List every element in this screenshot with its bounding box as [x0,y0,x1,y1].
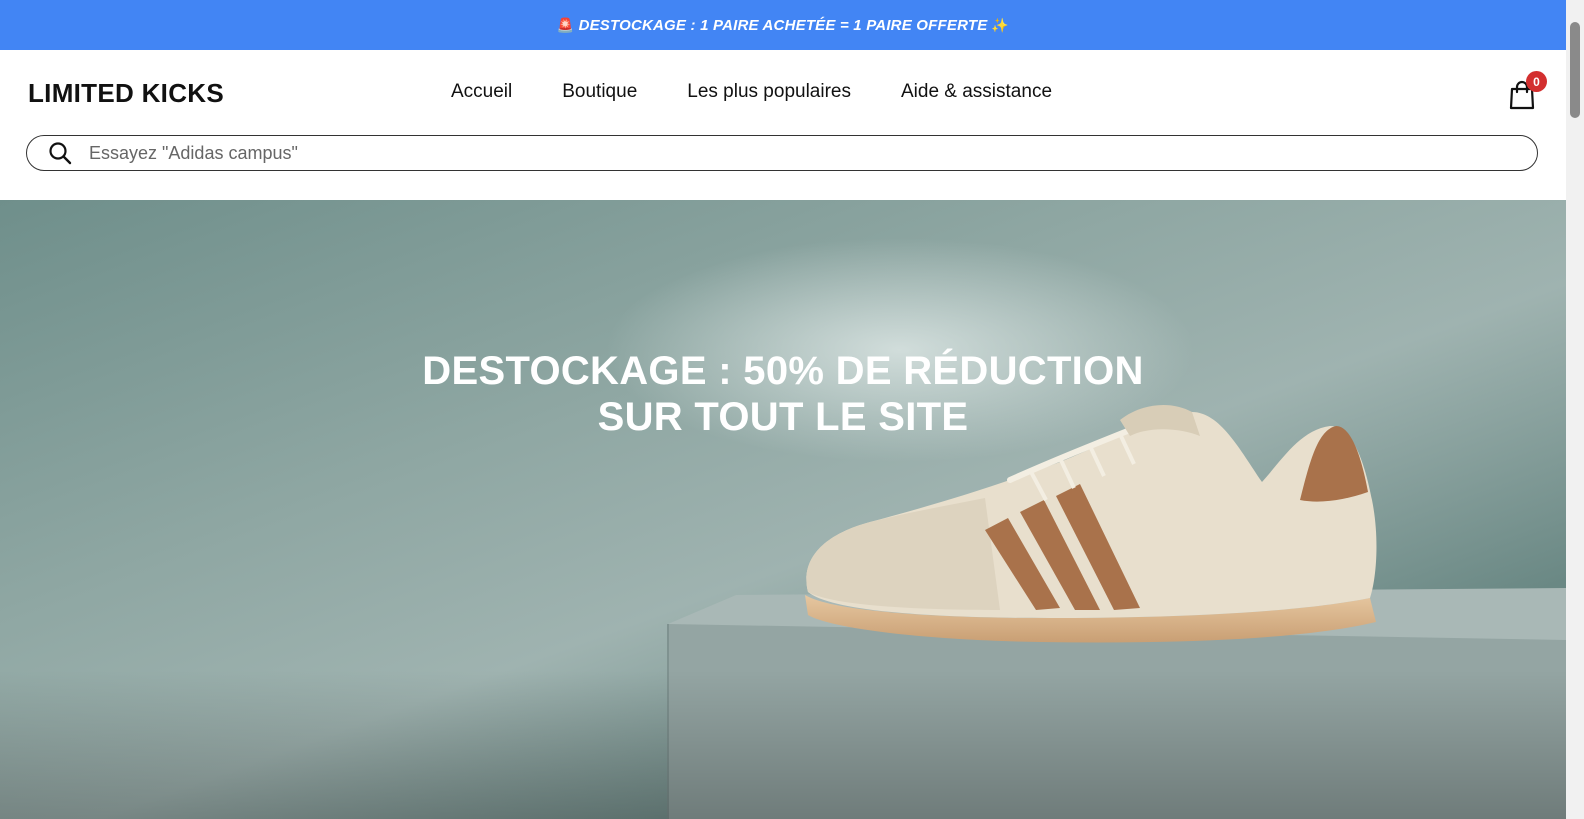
scrollbar-thumb[interactable] [1570,22,1580,118]
hero-image [0,405,1566,819]
sparkles-icon: ✨ [991,16,1010,33]
announcement-bar[interactable]: 🚨 DESTOCKAGE : 1 PAIRE ACHETÉE = 1 PAIRE… [0,0,1566,50]
cart-button[interactable]: 0 [1508,71,1547,112]
search-icon[interactable] [47,140,73,166]
nav-item-aide-assistance[interactable]: Aide & assistance [901,81,1052,103]
site-header: LIMITED KICKS Accueil Boutique Les plus … [0,50,1566,200]
siren-icon: 🚨 [556,16,575,33]
main-nav: Accueil Boutique Les plus populaires Aid… [451,81,1102,103]
page-scrollbar[interactable] [1566,0,1584,819]
nav-item-boutique[interactable]: Boutique [562,81,637,103]
nav-item-les-plus-populaires[interactable]: Les plus populaires [687,81,851,103]
hero-title: DESTOCKAGE : 50% DE RÉDUCTION SUR TOUT L… [383,348,1183,440]
hero-title-line-1: DESTOCKAGE : 50% DE RÉDUCTION [422,349,1144,393]
nav-item-accueil[interactable]: Accueil [451,81,512,103]
announcement-text: DESTOCKAGE : 1 PAIRE ACHETÉE = 1 PAIRE O… [578,16,988,34]
site-logo[interactable]: LIMITED KICKS [28,78,224,109]
hero-banner[interactable]: DESTOCKAGE : 50% DE RÉDUCTION SUR TOUT L… [0,200,1566,819]
search-input[interactable] [87,141,1491,165]
cart-count-badge: 0 [1526,71,1547,92]
search-bar[interactable] [26,135,1538,171]
hero-title-line-2: SUR TOUT LE SITE [597,395,969,439]
page: 🚨 DESTOCKAGE : 1 PAIRE ACHETÉE = 1 PAIRE… [0,0,1566,819]
